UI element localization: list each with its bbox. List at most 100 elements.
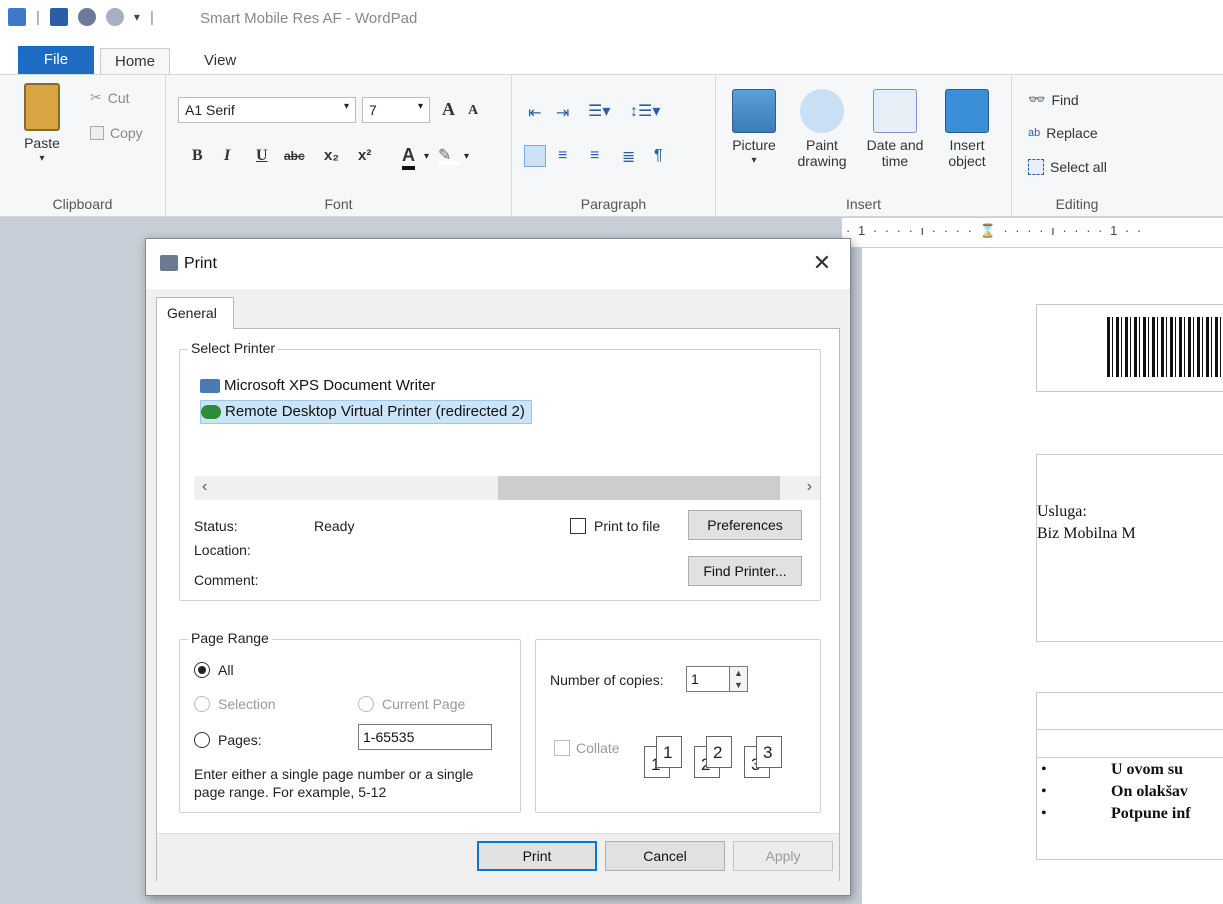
document-page[interactable]: Usluga: Biz Mobilna M • U ovom su • On o… [862, 248, 1223, 904]
tab-home[interactable]: Home [100, 48, 171, 74]
font-size-select[interactable]: 7 ▾ [362, 97, 430, 123]
paragraph-icon[interactable]: ¶ [654, 147, 663, 165]
window-title: Smart Mobile Res AF - WordPad [200, 10, 418, 27]
ruler[interactable]: · 1 · · · · ı · · · · ⌛ · · · · ı · · · … [842, 218, 1223, 248]
printer-name: Remote Desktop Virtual Printer (redirect… [225, 403, 525, 420]
align-right-icon[interactable]: ≡ [590, 147, 599, 165]
chevron-down-icon: ▾ [751, 155, 757, 166]
palette-icon [800, 89, 844, 133]
date-time-button[interactable]: Date and time [860, 89, 930, 169]
increase-indent-icon[interactable]: ⇥ [556, 103, 569, 123]
scroll-left-icon[interactable]: ‹ [202, 478, 207, 496]
replace-button[interactable]: ab Replace [1028, 125, 1098, 141]
select-all-button[interactable]: Select all [1028, 159, 1107, 175]
decrease-indent-icon[interactable]: ⇤ [528, 103, 541, 123]
info-box: • U ovom su • On olakšav • Potpune inf [1036, 692, 1223, 860]
superscript-button[interactable]: x² [358, 147, 371, 164]
paint-drawing-button[interactable]: Paint drawing [792, 89, 852, 169]
page-range-label: Page Range [188, 630, 272, 646]
underline-button[interactable]: U [256, 147, 268, 165]
italic-button[interactable]: I [224, 147, 230, 165]
object-label-2: object [948, 153, 986, 169]
current-page-radio[interactable] [358, 696, 374, 712]
chevron-down-icon[interactable]: ▾ [464, 151, 469, 162]
pages-input[interactable]: 1-65535 [358, 724, 492, 750]
copy-icon [90, 126, 104, 140]
list-item: On olakšav [1111, 783, 1188, 800]
copies-input[interactable]: 1 [686, 666, 730, 692]
list-item[interactable]: Remote Desktop Virtual Printer (redirect… [200, 400, 532, 424]
text-color-button[interactable]: A [402, 145, 415, 170]
printer-icon [200, 379, 220, 393]
cancel-button[interactable]: Cancel [605, 841, 725, 871]
quick-access-toolbar: | ▾ | [8, 8, 154, 26]
selection-radio[interactable] [194, 696, 210, 712]
insert-object-button[interactable]: Insert object [938, 89, 996, 169]
strikethrough-button[interactable]: abc [284, 149, 305, 163]
bullet-marker: • [1041, 761, 1047, 778]
copies-stepper[interactable]: ▲ ▼ [730, 666, 748, 692]
group-label-font: Font [324, 196, 353, 212]
ribbon: Paste ▾ ✂ Cut Copy Clipboard A1 Serif ▾ … [0, 74, 1223, 217]
page-range-help-2: page range. For example, 5-12 [194, 784, 387, 800]
grow-font-button[interactable]: A [442, 99, 455, 120]
collate-checkbox[interactable] [554, 740, 570, 756]
copies-group: Number of copies: 1 ▲ ▼ Collate 1 1 2 2 … [535, 639, 821, 813]
align-left-icon[interactable] [524, 145, 546, 167]
line-spacing-icon[interactable]: ↕☰▾ [630, 101, 660, 121]
select-all-icon [1028, 159, 1044, 175]
save-icon[interactable] [49, 8, 68, 26]
scrollbar-thumb[interactable] [498, 476, 780, 500]
subscript-button[interactable]: x₂ [324, 147, 339, 164]
biz-text: Biz Mobilna M [1037, 525, 1136, 542]
highlight-icon[interactable]: ✎ [438, 145, 460, 165]
paste-label: Paste [24, 135, 60, 151]
cut-button[interactable]: ✂ Cut [90, 89, 130, 106]
bullet-marker: • [1041, 783, 1047, 800]
clipboard-icon [24, 83, 60, 131]
all-radio[interactable] [194, 662, 210, 678]
stepper-down-icon[interactable]: ▼ [730, 679, 747, 691]
align-center-icon[interactable]: ≡ [558, 147, 567, 165]
stepper-up-icon[interactable]: ▲ [730, 667, 747, 679]
printer-list-scrollbar[interactable]: ‹ › [194, 476, 820, 500]
find-printer-button[interactable]: Find Printer... [688, 556, 802, 586]
undo-icon[interactable] [77, 8, 96, 26]
find-label: Find [1051, 91, 1079, 108]
object-label-1: Insert [949, 137, 985, 153]
copy-button[interactable]: Copy [90, 125, 143, 141]
object-icon [945, 89, 989, 133]
redo-icon[interactable] [105, 8, 124, 26]
picture-button[interactable]: Picture ▾ [726, 89, 782, 169]
find-button[interactable]: 👓 Find [1028, 91, 1079, 108]
bold-button[interactable]: B [192, 147, 203, 165]
separator: | [149, 8, 154, 26]
customize-qat-icon[interactable]: ▾ [134, 10, 140, 24]
close-icon[interactable]: ✕ [810, 251, 834, 275]
separator: | [36, 8, 40, 26]
chevron-down-icon[interactable]: ▾ [424, 151, 429, 162]
tab-file[interactable]: File [18, 46, 94, 74]
collate-page: 3 [756, 736, 782, 768]
print-button[interactable]: Print [477, 841, 597, 871]
table-row [1037, 757, 1223, 758]
print-to-file-checkbox[interactable] [570, 518, 586, 534]
paint-label-1: Paint [806, 137, 838, 153]
apply-button[interactable]: Apply [733, 841, 833, 871]
wordpad-icon[interactable] [8, 8, 26, 26]
tab-general[interactable]: General [156, 297, 234, 329]
paste-button[interactable]: Paste ▾ [24, 83, 60, 167]
pages-radio[interactable] [194, 732, 210, 748]
print-to-file-label: Print to file [594, 518, 661, 534]
shrink-font-button[interactable]: A [468, 103, 478, 119]
tab-view[interactable]: View [190, 48, 250, 74]
font-family-select[interactable]: A1 Serif ▾ [178, 97, 356, 123]
page-range-help-1: Enter either a single page number or a s… [194, 766, 474, 782]
justify-icon[interactable]: ≣ [622, 147, 635, 167]
replace-label: Replace [1046, 125, 1098, 141]
preferences-button[interactable]: Preferences [688, 510, 802, 540]
scroll-right-icon[interactable]: › [807, 478, 812, 496]
editing-group: 👓 Find ab Replace Select all Editing [1012, 75, 1142, 216]
bullets-icon[interactable]: ☰▾ [588, 101, 610, 121]
list-item[interactable]: Microsoft XPS Document Writer [200, 374, 441, 398]
